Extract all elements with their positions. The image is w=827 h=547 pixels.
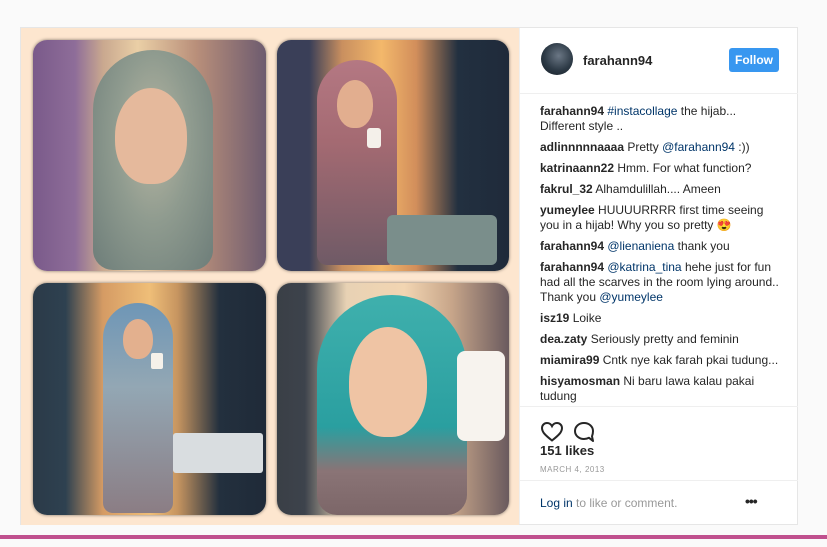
comment-username[interactable]: miamira99 [540, 353, 599, 367]
comment-mention-link[interactable]: @katrina_tina [607, 260, 681, 274]
collage-photo-4 [277, 283, 509, 515]
comment-text: Loike [572, 311, 602, 325]
action-bar [520, 406, 798, 442]
more-options-icon[interactable]: ••• [745, 493, 758, 509]
comment-username[interactable]: yumeylee [540, 203, 595, 217]
comment-item: miamira99 Cntk nye kak farah pkai tudung… [540, 353, 780, 368]
comment-item: farahann94 #instacollage the hijab... Di… [540, 104, 780, 134]
comment-list: farahann94 #instacollage the hijab... Di… [540, 104, 780, 410]
comment-mention-link[interactable]: @lienaniena [607, 239, 674, 253]
comment-username[interactable]: hisyamosman [540, 374, 620, 388]
comment-username[interactable]: fakrul_32 [540, 182, 593, 196]
comment-text: thank you [674, 239, 730, 253]
comment-username[interactable]: dea.zaty [540, 332, 587, 346]
collage-photo-2 [277, 40, 509, 271]
comment-username[interactable]: farahann94 [540, 260, 604, 274]
comment-text: Alhamdulillah.... Ameen [595, 182, 721, 196]
collage-photo-1 [33, 40, 266, 271]
add-comment-section: Log in to like or comment. ••• [520, 480, 798, 524]
post-username[interactable]: farahann94 [583, 53, 652, 68]
comment-item: hisyamosman Ni baru lawa kalau pakai tud… [540, 374, 780, 404]
comment-item: yumeylee HUUUURRRR first time seeing you… [540, 203, 780, 233]
comment-mention-link[interactable]: #instacollage [607, 104, 677, 118]
follow-button[interactable]: Follow [729, 48, 779, 72]
comment-username[interactable]: farahann94 [540, 104, 604, 118]
comment-text: Pretty [627, 140, 663, 154]
login-prompt: Log in to like or comment. [540, 496, 677, 510]
comment-item: farahann94 @lienaniena thank you [540, 239, 780, 254]
comment-item: adlinnnnnaaaa Pretty @farahann94 :)) [540, 140, 780, 155]
comment-mention-link[interactable]: @farahann94 [662, 140, 735, 154]
comment-item: fakrul_32 Alhamdulillah.... Ameen [540, 182, 780, 197]
comment-text: :)) [734, 140, 750, 154]
comment-username[interactable]: isz19 [540, 311, 569, 325]
post-sidebar: farahann94 Follow farahann94 #instacolla… [519, 28, 798, 524]
collage-photo-3 [33, 283, 266, 515]
post-card: farahann94 Follow farahann94 #instacolla… [20, 27, 798, 525]
comment-bubble-icon[interactable] [572, 420, 596, 444]
heart-icon[interactable] [540, 420, 564, 444]
avatar[interactable] [541, 43, 573, 75]
comment-item: farahann94 @katrina_tina hehe just for f… [540, 260, 780, 305]
comment-username[interactable]: katrinaann22 [540, 161, 614, 175]
likes-count[interactable]: 151 likes [540, 443, 594, 458]
bottom-accent-bar [0, 535, 827, 539]
login-link[interactable]: Log in [540, 496, 573, 510]
comment-text: Hmm. For what function? [617, 161, 752, 175]
comment-username[interactable]: farahann94 [540, 239, 604, 253]
comment-item: dea.zaty Seriously pretty and feminin [540, 332, 780, 347]
comment-username[interactable]: adlinnnnnaaaa [540, 140, 624, 154]
post-date: MARCH 4, 2013 [540, 465, 605, 474]
comment-item: katrinaann22 Hmm. For what function? [540, 161, 780, 176]
post-header: farahann94 Follow [520, 28, 798, 94]
comment-item: isz19 Loike [540, 311, 780, 326]
comment-mention-link[interactable]: @yumeylee [599, 290, 663, 304]
photo-collage[interactable] [21, 28, 519, 525]
comment-text: Cntk nye kak farah pkai tudung... [602, 353, 779, 367]
login-prompt-text: to like or comment. [572, 496, 678, 510]
comment-text: Seriously pretty and feminin [590, 332, 739, 346]
